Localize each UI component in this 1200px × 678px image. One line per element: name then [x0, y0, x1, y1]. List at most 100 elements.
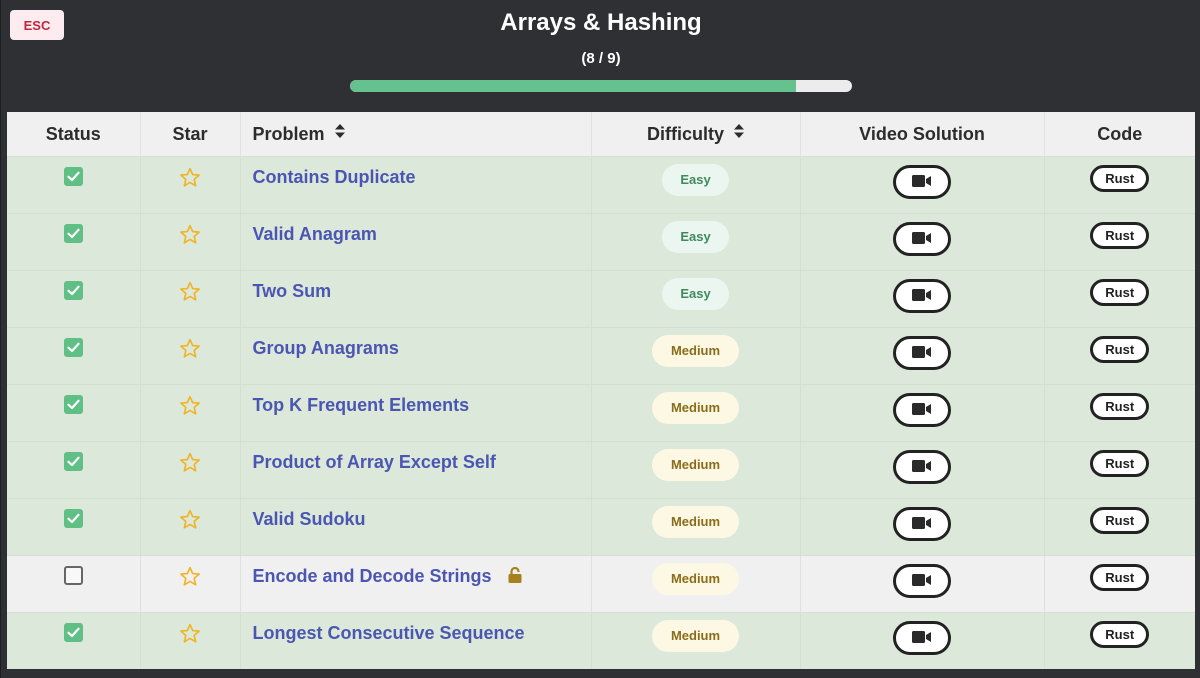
star-icon[interactable] [179, 338, 201, 364]
problem-cell: Group Anagrams [240, 327, 592, 385]
status-checkbox[interactable] [63, 224, 83, 243]
sort-icon[interactable] [334, 123, 345, 138]
table-row: Valid Sudoku Medium Rust [7, 498, 1195, 556]
problem-link[interactable]: Valid Anagram [253, 224, 377, 245]
checkmark-icon [67, 285, 80, 296]
difficulty-cell: Easy [591, 270, 801, 328]
code-button[interactable]: Rust [1090, 165, 1150, 192]
difficulty-cell: Medium [591, 612, 801, 669]
code-button[interactable]: Rust [1090, 450, 1150, 477]
video-camera-icon [912, 288, 932, 305]
video-solution-button[interactable] [893, 450, 951, 484]
checkmark-icon [67, 456, 80, 467]
star-cell [140, 270, 241, 328]
difficulty-cell: Medium [591, 441, 801, 499]
code-button[interactable]: Rust [1090, 222, 1150, 249]
star-icon[interactable] [179, 167, 201, 193]
star-icon[interactable] [179, 395, 201, 421]
problem-link[interactable]: Two Sum [253, 281, 332, 302]
star-icon[interactable] [179, 566, 201, 592]
star-icon[interactable] [179, 281, 201, 307]
star-icon[interactable] [179, 452, 201, 478]
code-button[interactable]: Rust [1090, 336, 1150, 363]
code-button[interactable]: Rust [1090, 507, 1150, 534]
video-cell [800, 156, 1045, 214]
video-solution-button[interactable] [893, 336, 951, 370]
status-checkbox[interactable] [63, 395, 83, 414]
difficulty-badge: Easy [662, 221, 729, 253]
status-cell [7, 498, 141, 556]
problem-link[interactable]: Group Anagrams [253, 338, 399, 359]
difficulty-badge: Medium [652, 392, 739, 424]
checkmark-icon [67, 513, 80, 524]
column-header-label: Difficulty [646, 123, 724, 144]
status-checkbox[interactable] [63, 623, 83, 642]
status-checkbox[interactable] [63, 281, 83, 300]
problem-link[interactable]: Top K Frequent Elements [253, 395, 470, 416]
table-row: Valid Anagram Easy Rust [7, 213, 1195, 271]
problem-link[interactable]: Encode and Decode Strings [253, 566, 492, 587]
video-cell [800, 612, 1045, 669]
progress-count: (8 / 9) [581, 50, 621, 67]
video-camera-icon [912, 402, 932, 419]
status-checkbox[interactable] [63, 509, 83, 528]
video-solution-button[interactable] [893, 621, 951, 655]
problem-link[interactable]: Product of Array Except Self [253, 452, 496, 473]
problem-link[interactable]: Contains Duplicate [253, 167, 416, 188]
video-cell [800, 555, 1045, 613]
video-camera-icon [912, 630, 932, 647]
column-header-problem[interactable]: Problem [240, 112, 592, 157]
video-camera-icon [912, 516, 932, 533]
table-header-row: Status Star Problem Difficulty Video Sol… [7, 112, 1195, 157]
star-icon[interactable] [179, 509, 201, 535]
status-cell [7, 384, 141, 442]
video-solution-button[interactable] [893, 279, 951, 313]
video-cell [800, 327, 1045, 385]
star-icon[interactable] [179, 623, 201, 649]
video-solution-button[interactable] [893, 393, 951, 427]
status-checkbox[interactable] [63, 338, 83, 357]
star-cell [140, 498, 241, 556]
column-header-label: Problem [252, 123, 325, 144]
difficulty-badge: Medium [652, 620, 739, 652]
status-cell [7, 213, 141, 271]
checkmark-icon [67, 627, 80, 638]
difficulty-cell: Medium [591, 384, 801, 442]
table-row: Group Anagrams Medium Rust [7, 327, 1195, 385]
video-cell [800, 441, 1045, 499]
video-solution-button[interactable] [893, 564, 951, 598]
problem-link[interactable]: Valid Sudoku [253, 509, 366, 530]
difficulty-cell: Medium [591, 498, 801, 556]
code-button[interactable]: Rust [1090, 564, 1150, 591]
code-cell: Rust [1044, 384, 1195, 442]
column-header-video-solution: Video Solution [800, 112, 1045, 157]
problems-table: Status Star Problem Difficulty Video Sol… [7, 112, 1195, 669]
status-checkbox[interactable] [63, 452, 83, 471]
video-camera-icon [912, 174, 932, 191]
sort-icon[interactable] [734, 123, 744, 138]
difficulty-badge: Medium [652, 335, 739, 367]
status-checkbox[interactable] [63, 167, 83, 186]
code-button[interactable]: Rust [1090, 621, 1150, 648]
star-icon[interactable] [179, 224, 201, 250]
video-cell [800, 213, 1045, 271]
problem-link[interactable]: Longest Consecutive Sequence [253, 623, 525, 644]
status-cell [7, 555, 141, 613]
video-solution-button[interactable] [893, 222, 951, 256]
problem-cell: Valid Anagram [240, 213, 592, 271]
problem-cell: Top K Frequent Elements [240, 384, 592, 442]
table-row: Two Sum Easy Rust [7, 270, 1195, 328]
star-cell [140, 156, 241, 214]
status-checkbox[interactable] [63, 566, 83, 585]
problem-cell: Contains Duplicate [240, 156, 592, 214]
star-cell [140, 555, 241, 613]
code-cell: Rust [1044, 441, 1195, 499]
difficulty-badge: Medium [652, 506, 739, 538]
column-header-difficulty[interactable]: Difficulty [591, 112, 801, 157]
problem-cell: Product of Array Except Self [240, 441, 592, 499]
video-solution-button[interactable] [893, 507, 951, 541]
code-button[interactable]: Rust [1090, 393, 1150, 420]
video-solution-button[interactable] [893, 165, 951, 199]
code-button[interactable]: Rust [1090, 279, 1150, 306]
star-cell [140, 612, 241, 669]
